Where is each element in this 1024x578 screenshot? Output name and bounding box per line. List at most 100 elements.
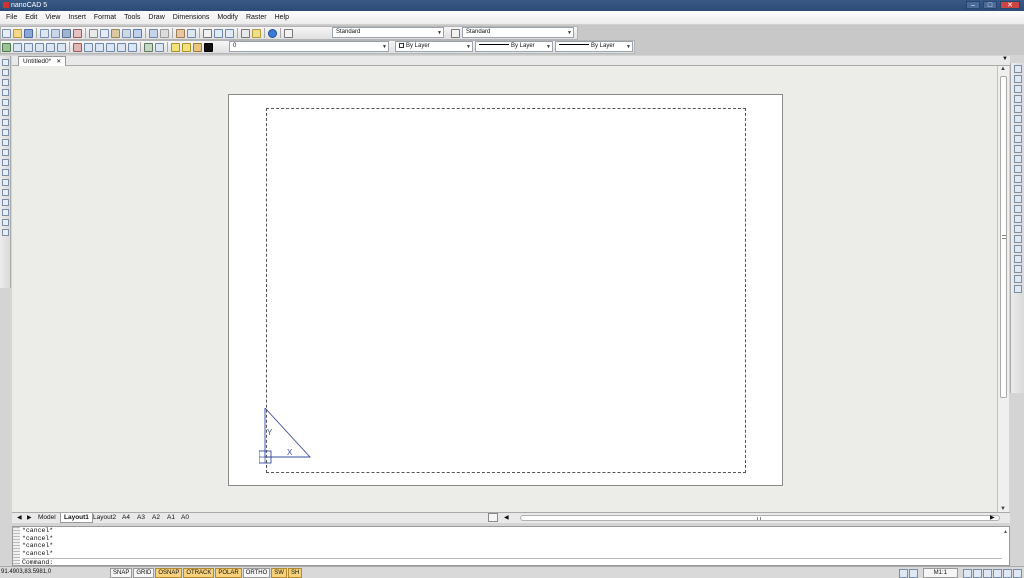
- menu-insert[interactable]: Insert: [64, 14, 90, 21]
- chevron-down-icon[interactable]: ▼: [1002, 56, 1008, 62]
- menu-help[interactable]: Help: [271, 14, 293, 21]
- text-style-select[interactable]: Standard ▼: [332, 27, 444, 38]
- hatch-tool-icon[interactable]: [1, 169, 9, 176]
- explode-icon[interactable]: [1013, 215, 1022, 223]
- array-icon[interactable]: [128, 42, 137, 52]
- close-icon[interactable]: ✕: [56, 59, 61, 65]
- tab-layout1[interactable]: Layout1: [60, 513, 93, 523]
- hatch-icon[interactable]: [144, 42, 153, 52]
- menu-draw[interactable]: Draw: [144, 14, 168, 21]
- scroll-up-icon[interactable]: ▲: [1000, 66, 1006, 72]
- table-icon[interactable]: [1, 189, 9, 196]
- open-file-icon[interactable]: [13, 28, 22, 38]
- zoom-all-icon[interactable]: [214, 28, 223, 38]
- light-bulb-icon[interactable]: [171, 42, 180, 52]
- point-icon[interactable]: [1, 159, 9, 166]
- match-prop-icon[interactable]: [1013, 235, 1022, 243]
- menu-edit[interactable]: Edit: [21, 14, 41, 21]
- table-insert-icon[interactable]: [1, 199, 9, 206]
- rectangle-tool-icon[interactable]: [1, 99, 9, 106]
- grid-toggle[interactable]: GRID: [133, 568, 155, 578]
- ellipse-icon[interactable]: [1, 139, 9, 146]
- paste-icon[interactable]: [111, 28, 120, 38]
- sh-toggle[interactable]: SH: [287, 568, 303, 578]
- view-3d-icon[interactable]: [1013, 245, 1022, 253]
- maximize-icon[interactable]: □: [983, 1, 997, 9]
- copy-tool-icon[interactable]: [1013, 75, 1022, 83]
- polyline-icon[interactable]: [24, 42, 33, 52]
- model-space-icon[interactable]: [898, 568, 908, 578]
- zoom-realtime-icon[interactable]: [187, 28, 196, 38]
- osnap-toggle[interactable]: OSNAP: [155, 568, 183, 578]
- region-icon[interactable]: [1, 179, 9, 186]
- zoom-previous-icon[interactable]: [225, 28, 234, 38]
- calculator-icon[interactable]: [252, 28, 261, 38]
- multiline-text-icon[interactable]: [1, 219, 9, 226]
- array-tool-icon[interactable]: [1013, 105, 1022, 113]
- annotation-scale[interactable]: M1:1: [922, 568, 958, 578]
- close-window-icon[interactable]: ✕: [1000, 1, 1020, 9]
- polygon-icon[interactable]: [1, 89, 9, 96]
- properties-icon[interactable]: [1013, 225, 1022, 233]
- menu-tools[interactable]: Tools: [120, 14, 144, 21]
- zoom-status-icon[interactable]: [973, 568, 982, 578]
- distance-icon[interactable]: [241, 28, 250, 38]
- tab-layout2[interactable]: Layout2: [90, 513, 119, 523]
- tab-a0[interactable]: A0: [178, 513, 192, 523]
- join-icon[interactable]: [1013, 185, 1022, 193]
- circle-icon[interactable]: [1, 119, 9, 126]
- move-tool-icon[interactable]: [1013, 115, 1022, 123]
- mirror-tool-icon[interactable]: [1013, 85, 1022, 93]
- dimension-style-select[interactable]: Standard ▼: [462, 27, 574, 38]
- zoom-extents-status-icon[interactable]: [993, 568, 1002, 578]
- fullscreen-icon[interactable]: [1013, 568, 1022, 578]
- sun-icon[interactable]: [182, 42, 191, 52]
- spline-icon[interactable]: [1, 129, 9, 136]
- menu-view[interactable]: View: [41, 14, 64, 21]
- document-tab[interactable]: Untitled0* ✕: [18, 56, 67, 66]
- copy-icon[interactable]: [100, 28, 109, 38]
- offset-tool-icon[interactable]: [1013, 95, 1022, 103]
- grip-icon[interactable]: [13, 527, 20, 565]
- construction-line-icon[interactable]: [1, 69, 9, 76]
- rotate-icon[interactable]: [1013, 125, 1022, 133]
- visual-style-icon[interactable]: [1013, 275, 1022, 283]
- extend-tool-icon[interactable]: [1013, 165, 1022, 173]
- chamfer-icon[interactable]: [1013, 195, 1022, 203]
- menu-file[interactable]: File: [2, 14, 21, 21]
- redo-icon[interactable]: [160, 28, 169, 38]
- extend-icon[interactable]: [95, 42, 104, 52]
- globe-icon[interactable]: [1013, 285, 1022, 293]
- menu-modify[interactable]: Modify: [213, 14, 242, 21]
- pan-icon[interactable]: [176, 28, 185, 38]
- text-tool-icon[interactable]: [1, 229, 9, 236]
- stretch-icon[interactable]: [1013, 145, 1022, 153]
- save-icon[interactable]: [24, 28, 33, 38]
- zoom-window-status-icon[interactable]: [983, 568, 992, 578]
- cut-icon[interactable]: [89, 28, 98, 38]
- offset-icon[interactable]: [73, 42, 82, 52]
- erase-icon[interactable]: [1013, 65, 1022, 73]
- undo-icon[interactable]: [149, 28, 158, 38]
- publish-icon[interactable]: [51, 28, 60, 38]
- layer-select[interactable]: 0 ▼: [229, 41, 389, 52]
- tab-a4[interactable]: A4: [119, 513, 133, 523]
- viewport-icon[interactable]: [908, 568, 918, 578]
- color-select[interactable]: By Layer ▼: [395, 41, 473, 52]
- horizontal-scrollbar[interactable]: [520, 515, 1000, 521]
- polyline-tool-icon[interactable]: [1, 79, 9, 86]
- tab-a2[interactable]: A2: [149, 513, 163, 523]
- copy-object-icon[interactable]: [106, 42, 115, 52]
- layers-icon[interactable]: [2, 42, 11, 52]
- scale-icon[interactable]: [1013, 135, 1022, 143]
- drawing-canvas[interactable]: Y X: [12, 66, 997, 512]
- scroll-up-icon[interactable]: ▲: [1004, 529, 1007, 535]
- help-icon[interactable]: [268, 28, 277, 38]
- scroll-right-icon[interactable]: ▶: [990, 514, 995, 521]
- ortho-toggle[interactable]: ORTHO: [242, 568, 271, 578]
- render-icon[interactable]: [1013, 265, 1022, 273]
- refresh-icon[interactable]: [1003, 568, 1012, 578]
- polar-toggle[interactable]: POLAR: [215, 568, 242, 578]
- print-icon[interactable]: [62, 28, 71, 38]
- tab-a3[interactable]: A3: [134, 513, 148, 523]
